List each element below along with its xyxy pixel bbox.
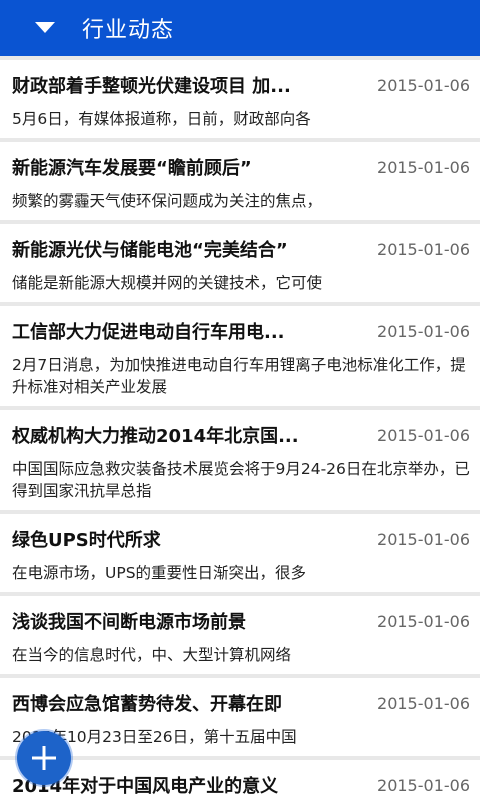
news-summary: 中国国际应急救灾装备技术展览会将于9月24-26日在北京举办，已得到国家汛抗旱总…	[12, 460, 470, 500]
news-date: 2015-01-06	[377, 529, 470, 549]
news-summary: 2015年10月23日至26日，第十五届中国	[12, 728, 297, 746]
news-summary: 5月6日，有媒体报道称，日前，财政部向各	[12, 110, 311, 128]
news-title: 新能源光伏与储能电池“完美结合”	[12, 240, 288, 261]
news-title: 权威机构大力推动2014年北京国...	[12, 426, 299, 447]
news-summary: 2月7日消息，为加快推进电动自行车用锂离子电池标准化工作，提升标准对相关产业发展	[12, 356, 466, 396]
news-date: 2015-01-06	[377, 157, 470, 177]
news-title: 浅谈我国不间断电源市场前景	[12, 612, 246, 633]
app-screen: 行业动态 财政部着手整顿光伏建设项目 加... 2015-01-06 5月6日，…	[0, 0, 480, 800]
news-item[interactable]: 权威机构大力推动2014年北京国... 2015-01-06 中国国际应急救灾装…	[0, 410, 480, 510]
news-item[interactable]: 绿色UPS时代所求 2015-01-06 在电源市场，UPS的重要性日渐突出，很…	[0, 514, 480, 592]
news-title: 西博会应急馆蓄势待发、开幕在即	[12, 694, 282, 715]
news-title: 新能源汽车发展要“瞻前顾后”	[12, 158, 252, 179]
news-title: 财政部着手整顿光伏建设项目 加...	[12, 76, 291, 97]
news-title: 绿色UPS时代所求	[12, 530, 161, 551]
news-summary: 在电源市场，UPS的重要性日渐突出，很多	[12, 564, 307, 582]
news-date: 2015-01-06	[377, 693, 470, 713]
news-item[interactable]: 工信部大力促进电动自行车用电... 2015-01-06 2月7日消息，为加快推…	[0, 306, 480, 406]
news-item[interactable]: 新能源光伏与储能电池“完美结合” 2015-01-06 储能是新能源大规模并网的…	[0, 224, 480, 302]
news-item[interactable]: 财政部着手整顿光伏建设项目 加... 2015-01-06 5月6日，有媒体报道…	[0, 60, 480, 138]
news-date: 2015-01-06	[377, 775, 470, 795]
page-title: 行业动态	[82, 18, 175, 43]
news-item[interactable]: 西博会应急馆蓄势待发、开幕在即 2015-01-06 2015年10月23日至2…	[0, 678, 480, 756]
news-title: 工信部大力促进电动自行车用电...	[12, 322, 285, 343]
news-date: 2015-01-06	[377, 239, 470, 259]
triangle-down-icon	[35, 22, 55, 33]
news-list: 财政部着手整顿光伏建设项目 加... 2015-01-06 5月6日，有媒体报道…	[0, 60, 480, 800]
menu-toggle-button[interactable]	[30, 13, 60, 43]
add-button[interactable]	[17, 731, 71, 785]
news-item[interactable]: 新能源汽车发展要“瞻前顾后” 2015-01-06 频繁的雾霾天气使环保问题成为…	[0, 142, 480, 220]
top-bar: 行业动态	[0, 0, 480, 56]
news-date: 2015-01-06	[377, 425, 470, 445]
news-date: 2015-01-06	[377, 611, 470, 631]
news-summary: 储能是新能源大规模并网的关键技术，它可使	[12, 274, 323, 292]
news-summary: 在当今的信息时代，中、大型计算机网络	[12, 646, 292, 664]
news-item[interactable]: 2014年对于中国风电产业的意义 2015-01-06	[0, 760, 480, 800]
news-date: 2015-01-06	[377, 75, 470, 95]
news-summary: 频繁的雾霾天气使环保问题成为关注的焦点，	[12, 192, 323, 210]
news-item[interactable]: 浅谈我国不间断电源市场前景 2015-01-06 在当今的信息时代，中、大型计算…	[0, 596, 480, 674]
plus-icon	[32, 746, 56, 770]
news-date: 2015-01-06	[377, 321, 470, 341]
